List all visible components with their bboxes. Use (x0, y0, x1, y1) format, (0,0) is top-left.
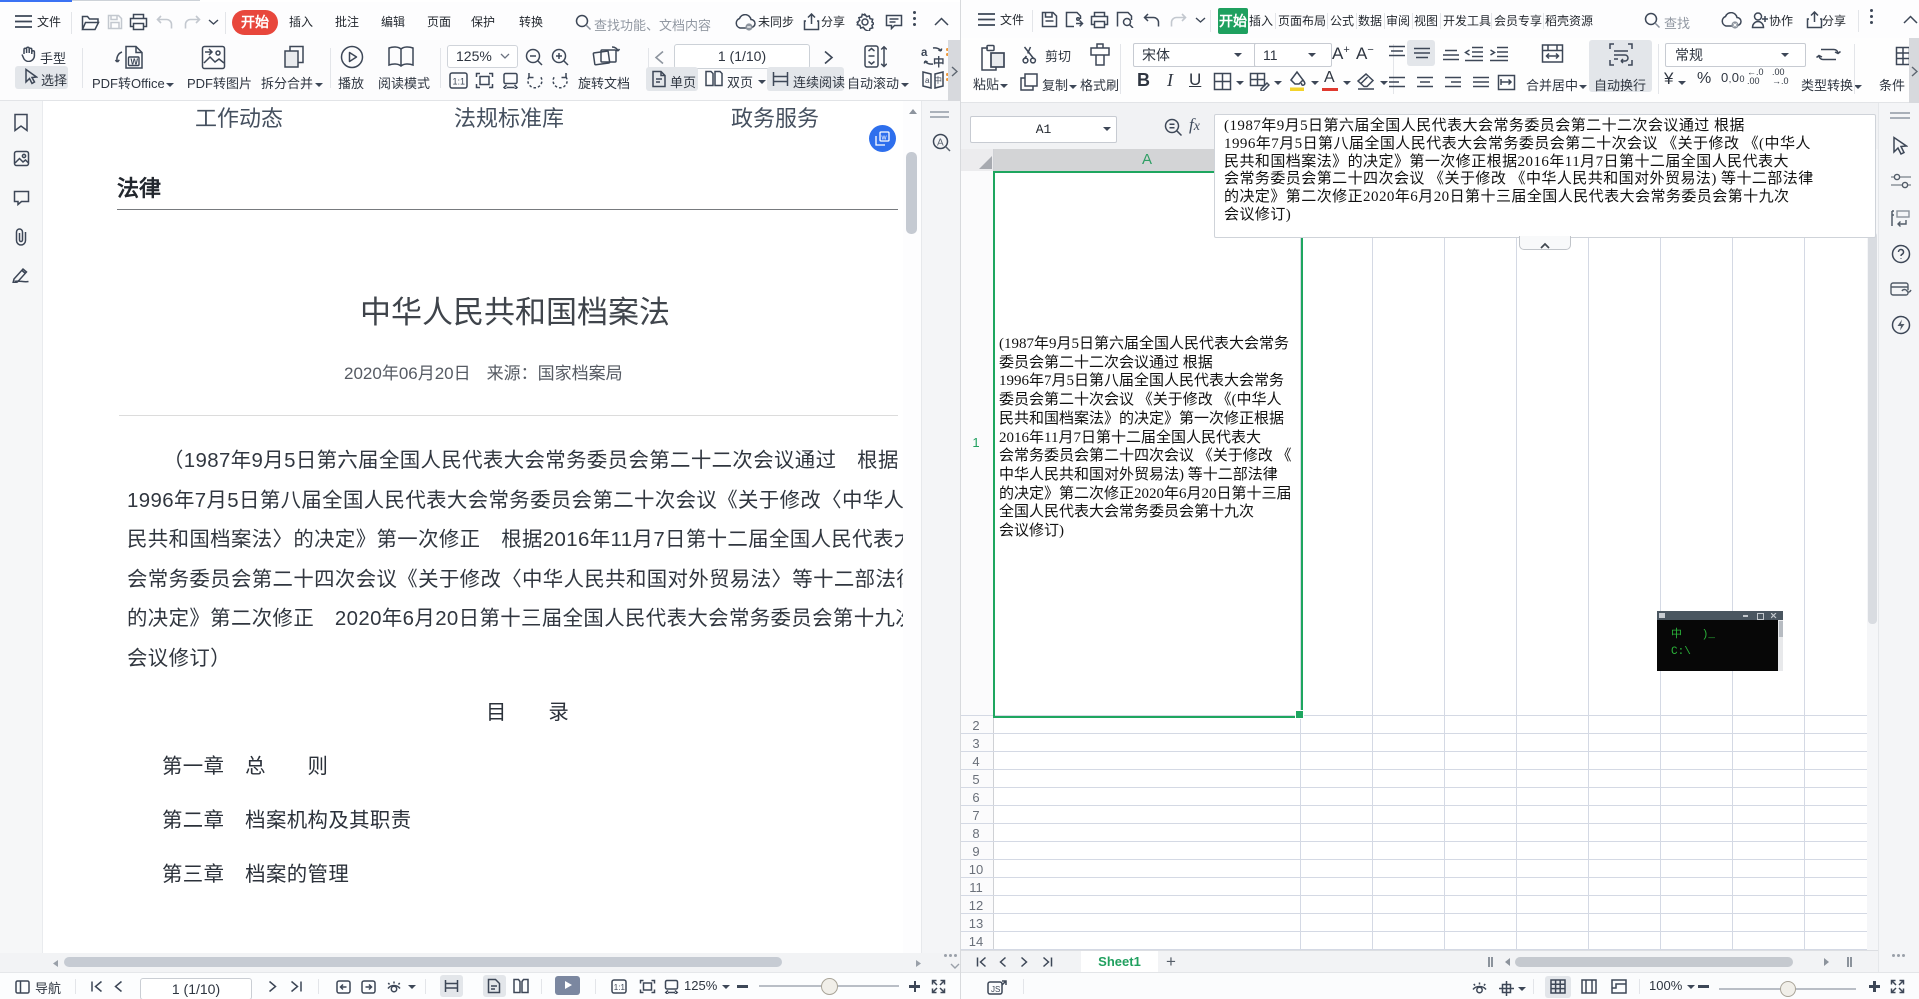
svg-text:A: A (937, 138, 944, 149)
svg-text:a: a (921, 47, 928, 59)
svg-text:1:1: 1:1 (453, 77, 466, 87)
svg-text:JS: JS (991, 985, 1000, 994)
svg-text:a: a (925, 76, 930, 85)
svg-text:W: W (131, 58, 139, 67)
svg-text:中: 中 (934, 75, 942, 85)
svg-text:中: 中 (933, 55, 945, 68)
svg-text:w: w (881, 135, 888, 142)
svg-text:1:1: 1:1 (614, 983, 626, 992)
